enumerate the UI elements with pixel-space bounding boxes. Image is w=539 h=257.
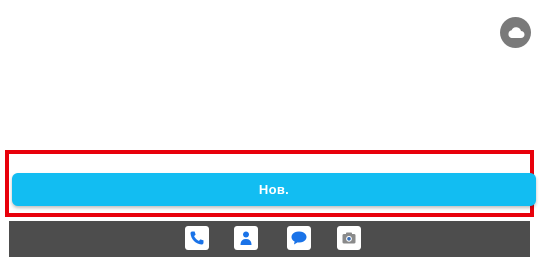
contacts-app-button[interactable] [234,226,258,250]
phone-app-button[interactable] [185,226,209,250]
new-button[interactable]: Нов. [12,173,536,206]
cloud-sync-button[interactable] [500,17,531,48]
taskbar [9,221,530,257]
camera-app-button[interactable] [337,226,361,250]
messages-app-button[interactable] [287,226,311,250]
camera-icon [342,232,356,244]
contacts-icon [240,231,252,245]
phone-icon [190,231,204,245]
cloud-icon [507,26,524,38]
messages-icon [291,231,307,245]
